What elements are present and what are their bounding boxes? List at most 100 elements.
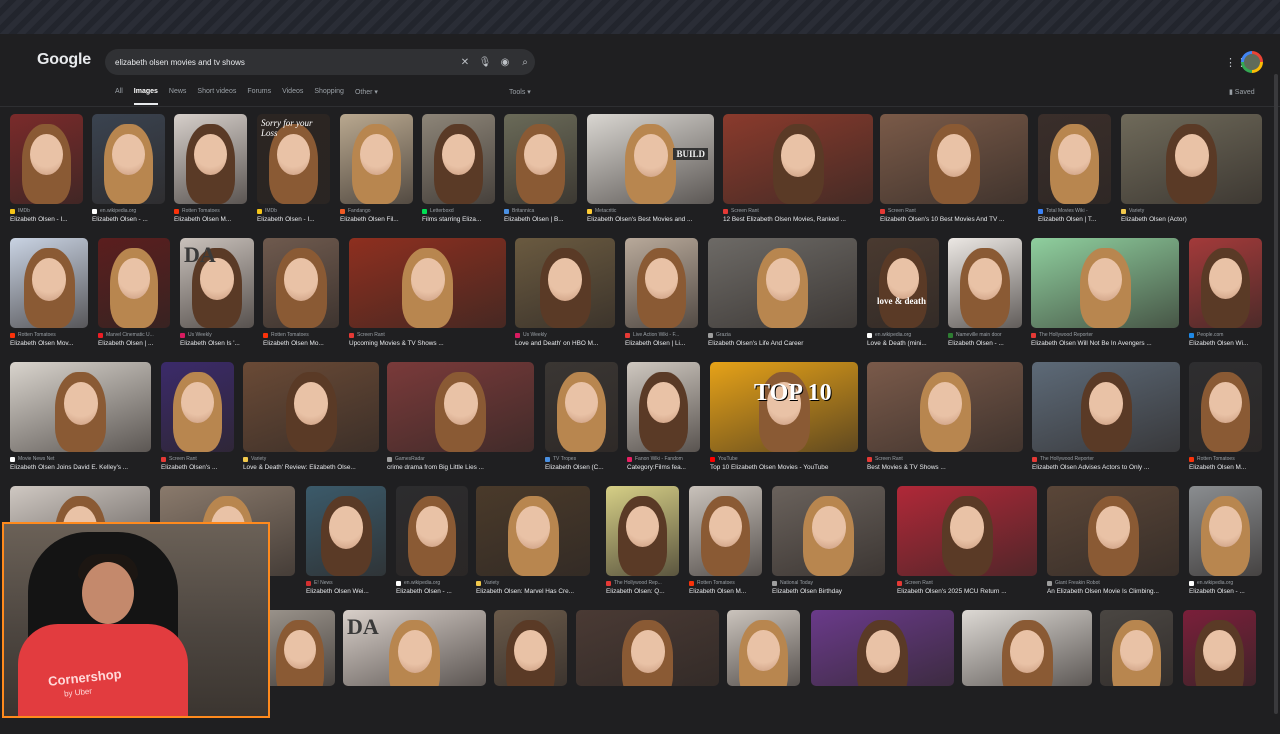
- search-icon[interactable]: ⌕: [515, 57, 535, 68]
- result-title[interactable]: Elizabeth Olsen | Li...: [625, 340, 698, 347]
- result-thumbnail[interactable]: [515, 238, 615, 328]
- result-source[interactable]: Screen Rant: [867, 456, 1023, 462]
- result-thumbnail[interactable]: [625, 238, 698, 328]
- tab-videos[interactable]: Videos: [282, 88, 303, 105]
- result-thumbnail[interactable]: [897, 486, 1037, 576]
- image-result-card[interactable]: Live Action Wiki - F... Elizabeth Olsen |…: [625, 238, 698, 347]
- image-result-card[interactable]: Screen Rant Upcoming Movies & TV Shows ..…: [349, 238, 506, 347]
- tab-short-videos[interactable]: Short videos: [197, 88, 236, 105]
- image-result-card[interactable]: The Hollywood Reporter Elizabeth Olsen Ad…: [1032, 362, 1180, 471]
- image-result-card[interactable]: love & death en.wikipedia.org Love & Death…: [867, 238, 939, 347]
- saved-button[interactable]: ▮ Saved: [1229, 88, 1255, 96]
- result-thumbnail[interactable]: [727, 610, 800, 686]
- image-result-card[interactable]: Letterboxd Films starring Eliza...: [422, 114, 495, 223]
- result-title[interactable]: Elizabeth Olsen Joins David E. Kelley's …: [10, 464, 151, 471]
- result-title[interactable]: Elizabeth Olsen Birthday: [772, 588, 885, 595]
- tab-images[interactable]: Images: [134, 88, 158, 105]
- result-thumbnail[interactable]: [494, 610, 567, 686]
- result-title[interactable]: Love & Death (mini...: [867, 340, 939, 347]
- result-title[interactable]: An Elizabeth Olsen Movie Is Climbing...: [1047, 588, 1179, 595]
- image-result-card[interactable]: en.wikipedia.org Elizabeth Olsen - ...: [1189, 486, 1262, 595]
- image-result-card[interactable]: Marvel Cinematic U... Elizabeth Olsen | .…: [98, 238, 170, 347]
- result-title[interactable]: Elizabeth Olsen's Best Movies and ...: [587, 216, 714, 223]
- result-source[interactable]: National Today: [772, 580, 885, 586]
- scrollbar[interactable]: [1274, 74, 1278, 714]
- result-source[interactable]: Screen Rant: [349, 332, 506, 338]
- image-result-card[interactable]: Rotten Tomatoes Elizabeth Olsen Mo...: [263, 238, 339, 347]
- result-title[interactable]: Elizabeth Olsen - I...: [257, 216, 330, 223]
- tab-other[interactable]: Other ▾: [355, 88, 378, 105]
- result-title[interactable]: Love & Death' Review: Elizabeth Olse...: [243, 464, 379, 471]
- result-source[interactable]: Us Weekly: [515, 332, 615, 338]
- result-thumbnail[interactable]: DA: [343, 610, 486, 686]
- result-title[interactable]: Elizabeth Olsen Wei...: [306, 588, 386, 595]
- result-title[interactable]: Elizabeth Olsen's 2025 MCU Return ...: [897, 588, 1037, 595]
- result-thumbnail[interactable]: [1189, 486, 1262, 576]
- search-bar[interactable]: elizabeth olsen movies and tv shows ✕ 🎙 …: [105, 49, 535, 75]
- result-thumbnail[interactable]: [723, 114, 873, 204]
- result-title[interactable]: Elizabeth Olsen Will Not Be In Avengers …: [1031, 340, 1179, 347]
- result-title[interactable]: Elizabeth Olsen (Actor): [1121, 216, 1262, 223]
- result-title[interactable]: Elizabeth Olsen Mov...: [10, 340, 88, 347]
- image-result-card[interactable]: National Today Elizabeth Olsen Birthday: [772, 486, 885, 595]
- result-thumbnail[interactable]: [576, 610, 719, 686]
- result-title[interactable]: Elizabeth Olsen M...: [174, 216, 247, 223]
- image-result-card[interactable]: The Hollywood Reporter Elizabeth Olsen Wi…: [1031, 238, 1179, 347]
- result-thumbnail[interactable]: [948, 238, 1022, 328]
- result-thumbnail[interactable]: [306, 486, 386, 576]
- result-source[interactable]: The Hollywood Reporter: [1031, 332, 1179, 338]
- image-result-card[interactable]: [576, 610, 719, 686]
- result-source[interactable]: Letterboxd: [422, 208, 495, 214]
- tab-shopping[interactable]: Shopping: [314, 88, 344, 105]
- image-result-card[interactable]: Fandango Elizabeth Olsen Fil...: [340, 114, 413, 223]
- result-thumbnail[interactable]: [161, 362, 234, 452]
- image-result-card[interactable]: Variety Love & Death' Review: Elizabeth O…: [243, 362, 379, 471]
- microphone-icon[interactable]: 🎙: [475, 57, 495, 68]
- image-result-card[interactable]: People.com Elizabeth Olsen Wi...: [1189, 238, 1262, 347]
- image-result-card[interactable]: Rotten Tomatoes Elizabeth Olsen M...: [174, 114, 247, 223]
- result-thumbnail[interactable]: [1100, 610, 1173, 686]
- result-thumbnail[interactable]: [263, 238, 339, 328]
- image-result-card[interactable]: Screen Rant Best Movies & TV Shows ...: [867, 362, 1023, 471]
- result-title[interactable]: Best Movies & TV Shows ...: [867, 464, 1023, 471]
- result-thumbnail[interactable]: [396, 486, 468, 576]
- result-title[interactable]: Elizabeth Olsen | B...: [504, 216, 577, 223]
- result-title[interactable]: Elizabeth Olsen Mo...: [263, 340, 339, 347]
- image-result-card[interactable]: Rotten Tomatoes Elizabeth Olsen M...: [1189, 362, 1262, 471]
- image-result-card[interactable]: Rotten Tomatoes Elizabeth Olsen M...: [689, 486, 762, 595]
- tab-all[interactable]: All: [115, 88, 123, 105]
- result-thumbnail[interactable]: BUILD: [587, 114, 714, 204]
- result-thumbnail[interactable]: [387, 362, 534, 452]
- tools-button[interactable]: Tools ▾: [509, 88, 531, 96]
- result-source[interactable]: Rotten Tomatoes: [174, 208, 247, 214]
- image-result-card[interactable]: BUILD Metacritic Elizabeth Olsen's Best Mo…: [587, 114, 714, 223]
- result-source[interactable]: Metacritic: [587, 208, 714, 214]
- result-source[interactable]: Rotten Tomatoes: [10, 332, 88, 338]
- result-thumbnail[interactable]: [1121, 114, 1262, 204]
- result-source[interactable]: Screen Rant: [723, 208, 873, 214]
- image-result-card[interactable]: Screen Rant Elizabeth Olsen's 2025 MCU Re…: [897, 486, 1037, 595]
- result-thumbnail[interactable]: [545, 362, 618, 452]
- result-title[interactable]: Elizabeth Olsen M...: [689, 588, 762, 595]
- result-source[interactable]: Us Weekly: [180, 332, 254, 338]
- result-source[interactable]: en.wikipedia.org: [867, 332, 939, 338]
- result-source[interactable]: Grazia: [708, 332, 857, 338]
- result-title[interactable]: Elizabeth Olsen | ...: [98, 340, 170, 347]
- result-source[interactable]: Total Movies Wiki -: [1038, 208, 1111, 214]
- image-result-card[interactable]: [811, 610, 954, 686]
- result-title[interactable]: crime drama from Big Little Lies ...: [387, 464, 534, 471]
- result-source[interactable]: Variety: [476, 580, 590, 586]
- result-source[interactable]: The Hollywood Rep...: [606, 580, 679, 586]
- result-source[interactable]: Fanon Wiki - Fandom: [627, 456, 700, 462]
- result-thumbnail[interactable]: [1183, 610, 1256, 686]
- result-source[interactable]: Giant Freakin Robot: [1047, 580, 1179, 586]
- tab-news[interactable]: News: [169, 88, 187, 105]
- result-title[interactable]: Elizabeth Olsen's ...: [161, 464, 234, 471]
- image-result-card[interactable]: Screen Rant Elizabeth Olsen's ...: [161, 362, 234, 471]
- image-result-card[interactable]: The Hollywood Rep... Elizabeth Olsen: Q..…: [606, 486, 679, 595]
- result-title[interactable]: Elizabeth Olsen's Life And Career: [708, 340, 857, 347]
- result-source[interactable]: en.wikipedia.org: [92, 208, 165, 214]
- image-result-card[interactable]: Total Movies Wiki - Elizabeth Olsen | T..…: [1038, 114, 1111, 223]
- result-thumbnail[interactable]: DA: [180, 238, 254, 328]
- result-thumbnail[interactable]: [1189, 238, 1262, 328]
